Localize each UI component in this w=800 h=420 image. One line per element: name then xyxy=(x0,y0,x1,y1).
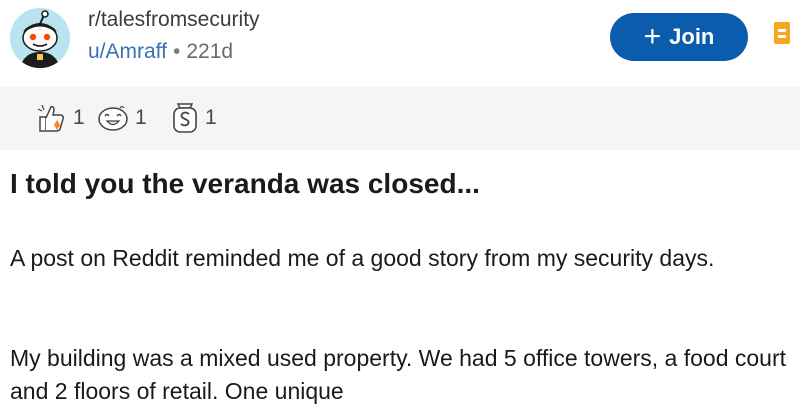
award-laughing-face[interactable]: 1 xyxy=(96,101,147,135)
award-count: 1 xyxy=(135,106,147,129)
awards-bar: 1 1 1 xyxy=(0,87,800,150)
post-body-paragraph: My building was a mixed used property. W… xyxy=(10,345,787,404)
bookmark-icon[interactable] xyxy=(772,18,792,48)
meta-separator: • xyxy=(172,40,181,63)
snoo-security-icon xyxy=(10,8,70,68)
award-count: 1 xyxy=(73,106,85,129)
author-username[interactable]: u/Amraff xyxy=(88,40,167,63)
subreddit-avatar[interactable] xyxy=(10,8,70,68)
join-button[interactable]: + Join xyxy=(610,13,748,61)
thumbs-up-award-icon xyxy=(37,104,64,132)
post-meta: u/Amraff • 221d xyxy=(88,40,233,64)
post-title[interactable]: I told you the veranda was closed... xyxy=(10,168,480,200)
post-age: 221d xyxy=(186,40,234,63)
post-header: r/talesfromsecurity u/Amraff • 221d + Join xyxy=(0,0,800,80)
silver-award-icon xyxy=(173,103,197,133)
laughing-face-award-icon xyxy=(98,105,128,131)
join-button-label: Join xyxy=(669,24,715,49)
award-thumbs-up[interactable]: 1 xyxy=(34,101,85,135)
post-body-paragraph: A post on Reddit reminded me of a good s… xyxy=(10,245,715,271)
plus-icon: + xyxy=(643,20,662,53)
award-count: 1 xyxy=(205,106,217,129)
subreddit-name[interactable]: r/talesfromsecurity xyxy=(88,8,260,32)
award-silver[interactable]: 1 xyxy=(170,101,217,135)
